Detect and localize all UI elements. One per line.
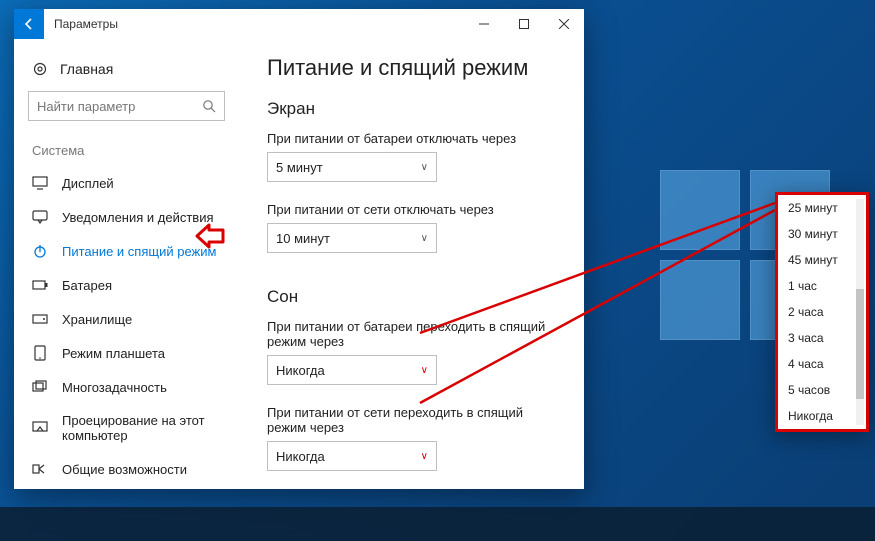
section-sleep: Сон	[267, 287, 564, 307]
back-button[interactable]	[14, 9, 44, 39]
page-title: Питание и спящий режим	[267, 55, 564, 81]
section-screen: Экран	[267, 99, 564, 119]
combo-sleep-ac[interactable]: Никогда ∨	[267, 441, 437, 471]
label-sleep-ac: При питании от сети переходить в спящий …	[267, 405, 564, 435]
sidebar-item-shared[interactable]: Общие возможности	[14, 452, 239, 486]
settings-window: Параметры Главная Найти параметр	[14, 9, 584, 489]
sidebar-item-label: Многозадачность	[62, 380, 167, 395]
battery-icon	[32, 277, 48, 293]
dropdown-option[interactable]: Никогда	[778, 403, 866, 429]
titlebar: Параметры	[14, 9, 584, 39]
multitasking-icon	[32, 379, 48, 395]
gear-icon	[32, 61, 48, 77]
sidebar-item-label: Хранилище	[62, 312, 132, 327]
minimize-button[interactable]	[464, 9, 504, 39]
search-icon	[202, 99, 216, 113]
combo-screen-battery[interactable]: 5 минут ∨	[267, 152, 437, 182]
dropdown-option[interactable]: 45 минут	[778, 247, 866, 273]
sidebar-item-battery[interactable]: Батарея	[14, 268, 239, 302]
dropdown-option[interactable]: 25 минут	[778, 195, 866, 221]
sidebar-item-label: Уведомления и действия	[62, 210, 214, 225]
chevron-down-icon: ∨	[421, 451, 428, 462]
search-input[interactable]: Найти параметр	[28, 91, 225, 121]
dropdown-option[interactable]: 5 часов	[778, 377, 866, 403]
close-button[interactable]	[544, 9, 584, 39]
sidebar-item-notifications[interactable]: Уведомления и действия	[14, 200, 239, 234]
sidebar-item-display[interactable]: Дисплей	[14, 166, 239, 200]
dropdown-option[interactable]: 1 час	[778, 273, 866, 299]
combo-sleep-battery[interactable]: Никогда ∨	[267, 355, 437, 385]
combo-value: Никогда	[276, 449, 325, 464]
dropdown-option[interactable]: 2 часа	[778, 299, 866, 325]
sidebar-home-label: Главная	[60, 61, 113, 77]
sidebar-item-projecting[interactable]: Проецирование на этот компьютер	[14, 404, 239, 452]
combo-value: 10 минут	[276, 231, 330, 246]
chevron-down-icon: ∨	[421, 365, 428, 376]
search-placeholder: Найти параметр	[37, 99, 135, 114]
power-icon	[32, 243, 48, 259]
display-icon	[32, 175, 48, 191]
label-sleep-battery: При питании от батареи переходить в спящ…	[267, 319, 564, 349]
sidebar-item-multitasking[interactable]: Многозадачность	[14, 370, 239, 404]
sidebar-item-label: Питание и спящий режим	[62, 244, 216, 259]
combo-screen-ac[interactable]: 10 минут ∨	[267, 223, 437, 253]
window-title: Параметры	[54, 17, 464, 31]
taskbar[interactable]	[0, 507, 875, 541]
sidebar-item-label: Дисплей	[62, 176, 114, 191]
shared-icon	[32, 461, 48, 477]
maximize-button[interactable]	[504, 9, 544, 39]
sidebar-item-label: Батарея	[62, 278, 112, 293]
sidebar-item-storage[interactable]: Хранилище	[14, 302, 239, 336]
scrollbar[interactable]	[856, 199, 864, 425]
tablet-icon	[32, 345, 48, 361]
combo-value: 5 минут	[276, 160, 323, 175]
dropdown-popup: 25 минут 30 минут 45 минут 1 час 2 часа …	[775, 192, 869, 432]
combo-value: Никогда	[276, 363, 325, 378]
project-icon	[32, 420, 48, 436]
label-screen-ac: При питании от сети отключать через	[267, 202, 564, 217]
sidebar: Главная Найти параметр Система Дисплей У	[14, 39, 239, 489]
sidebar-item-label: Проецирование на этот компьютер	[62, 413, 221, 443]
sidebar-item-label: Режим планшета	[62, 346, 165, 361]
dropdown-option[interactable]: 3 часа	[778, 325, 866, 351]
label-screen-battery: При питании от батареи отключать через	[267, 131, 564, 146]
sidebar-section-label: Система	[14, 137, 239, 166]
dropdown-option[interactable]: 30 минут	[778, 221, 866, 247]
dropdown-option[interactable]: 4 часа	[778, 351, 866, 377]
sidebar-home[interactable]: Главная	[14, 55, 239, 91]
storage-icon	[32, 311, 48, 327]
notification-icon	[32, 209, 48, 225]
sidebar-item-label: Общие возможности	[62, 462, 187, 477]
chevron-down-icon: ∨	[421, 233, 428, 244]
chevron-down-icon: ∨	[421, 162, 428, 173]
content-area: Питание и спящий режим Экран При питании…	[239, 39, 584, 489]
sidebar-item-tablet[interactable]: Режим планшета	[14, 336, 239, 370]
sidebar-item-power[interactable]: Питание и спящий режим	[14, 234, 239, 268]
